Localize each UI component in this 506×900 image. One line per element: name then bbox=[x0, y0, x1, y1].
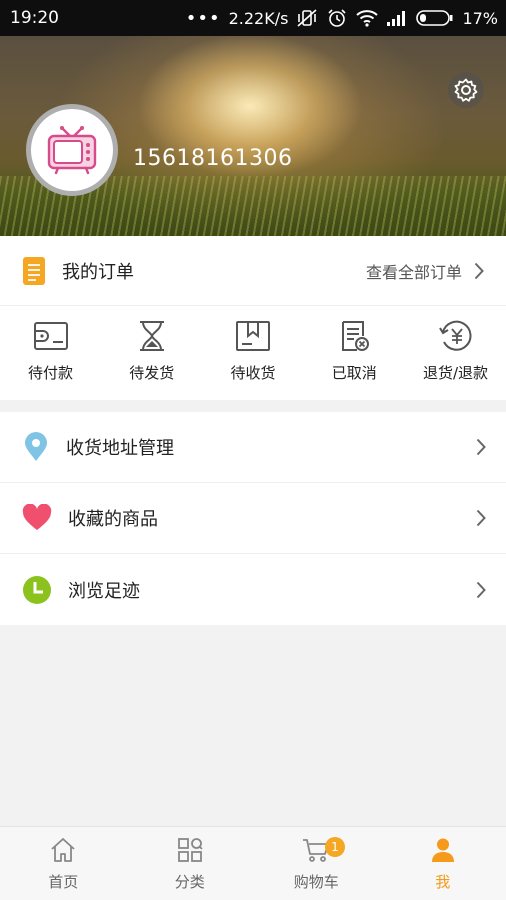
refund-yen-icon bbox=[438, 320, 471, 351]
avatar[interactable] bbox=[26, 104, 118, 196]
battery-icon bbox=[416, 10, 453, 26]
nav-category[interactable]: 分类 bbox=[127, 827, 254, 900]
chevron-right-icon bbox=[476, 509, 486, 527]
vibrate-off-icon bbox=[297, 9, 317, 27]
nav-label: 分类 bbox=[174, 873, 205, 891]
order-status-pending-payment[interactable]: 待付款 bbox=[0, 306, 101, 400]
order-status-pending-shipment[interactable]: 待发货 bbox=[101, 306, 202, 400]
nav-label: 我 bbox=[435, 873, 451, 891]
bottom-nav: 首页 分类 1 购物车 我 bbox=[0, 826, 506, 900]
battery-percent: 17% bbox=[462, 8, 498, 28]
order-status-cancelled[interactable]: 已取消 bbox=[304, 306, 405, 400]
menu-list: 收货地址管理 收藏的商品 浏览足迹 bbox=[0, 412, 506, 625]
nav-label: 首页 bbox=[48, 873, 79, 891]
menu-item-history[interactable]: 浏览足迹 bbox=[0, 554, 506, 625]
status-indicators: ••• 2.22K/s 17% bbox=[186, 8, 498, 29]
my-orders-row[interactable]: 我的订单 查看全部订单 bbox=[0, 236, 506, 306]
location-pin-icon bbox=[25, 432, 47, 461]
more-dots-icon: ••• bbox=[185, 7, 221, 29]
menu-item-label: 浏览足迹 bbox=[68, 580, 140, 602]
gear-icon bbox=[454, 78, 478, 102]
phone-number: 15618161306 bbox=[133, 146, 293, 171]
view-all-orders-label: 查看全部订单 bbox=[365, 262, 462, 282]
order-status-row: 待付款 待发货 待收货 已取消 退货/退款 bbox=[0, 306, 506, 400]
tv-icon bbox=[47, 126, 97, 175]
nav-me[interactable]: 我 bbox=[380, 827, 506, 900]
status-bar: 19:20 ••• 2.22K/s 17% bbox=[0, 0, 506, 36]
nav-cart[interactable]: 1 购物车 bbox=[253, 827, 380, 900]
order-status-refund[interactable]: 退货/退款 bbox=[405, 306, 506, 400]
order-status-label: 待收货 bbox=[230, 364, 276, 382]
order-status-pending-receipt[interactable]: 待收货 bbox=[203, 306, 304, 400]
cancelled-receipt-icon bbox=[342, 321, 370, 351]
wifi-icon bbox=[356, 10, 379, 27]
heart-icon bbox=[22, 504, 52, 530]
chevron-right-icon bbox=[474, 262, 484, 279]
hourglass-icon bbox=[139, 321, 164, 351]
chevron-right-icon bbox=[476, 438, 486, 456]
nav-label: 购物车 bbox=[293, 873, 339, 891]
order-status-label: 退货/退款 bbox=[422, 364, 489, 382]
alarm-icon bbox=[328, 9, 347, 27]
menu-item-label: 收货地址管理 bbox=[66, 438, 174, 459]
order-status-label: 已取消 bbox=[331, 364, 377, 382]
package-icon bbox=[236, 321, 270, 351]
cart-badge: 1 bbox=[325, 837, 345, 857]
my-orders-title: 我的订单 bbox=[62, 261, 134, 283]
menu-item-favorites[interactable]: 收藏的商品 bbox=[0, 483, 506, 554]
order-status-label: 待发货 bbox=[129, 364, 175, 382]
signal-icon bbox=[387, 11, 406, 26]
order-document-icon bbox=[23, 256, 45, 285]
view-all-orders-link[interactable]: 查看全部订单 bbox=[366, 259, 484, 283]
menu-item-label: 收藏的商品 bbox=[68, 509, 158, 530]
orders-section: 我的订单 查看全部订单 待付款 待发货 待收货 已取消 退货/退款 bbox=[0, 236, 506, 400]
settings-button[interactable] bbox=[448, 72, 484, 108]
home-icon bbox=[51, 838, 75, 862]
user-icon bbox=[431, 838, 454, 862]
clock-icon bbox=[23, 575, 51, 604]
status-time: 19:20 bbox=[10, 8, 59, 28]
order-status-label: 待付款 bbox=[27, 364, 73, 382]
chevron-right-icon bbox=[476, 581, 486, 598]
net-speed: 2.22K/s bbox=[228, 8, 289, 28]
category-icon bbox=[177, 838, 203, 862]
menu-item-address[interactable]: 收货地址管理 bbox=[0, 412, 506, 483]
wallet-icon bbox=[33, 322, 68, 350]
profile-header: 15618161306 bbox=[0, 36, 506, 236]
nav-home[interactable]: 首页 bbox=[0, 827, 127, 900]
